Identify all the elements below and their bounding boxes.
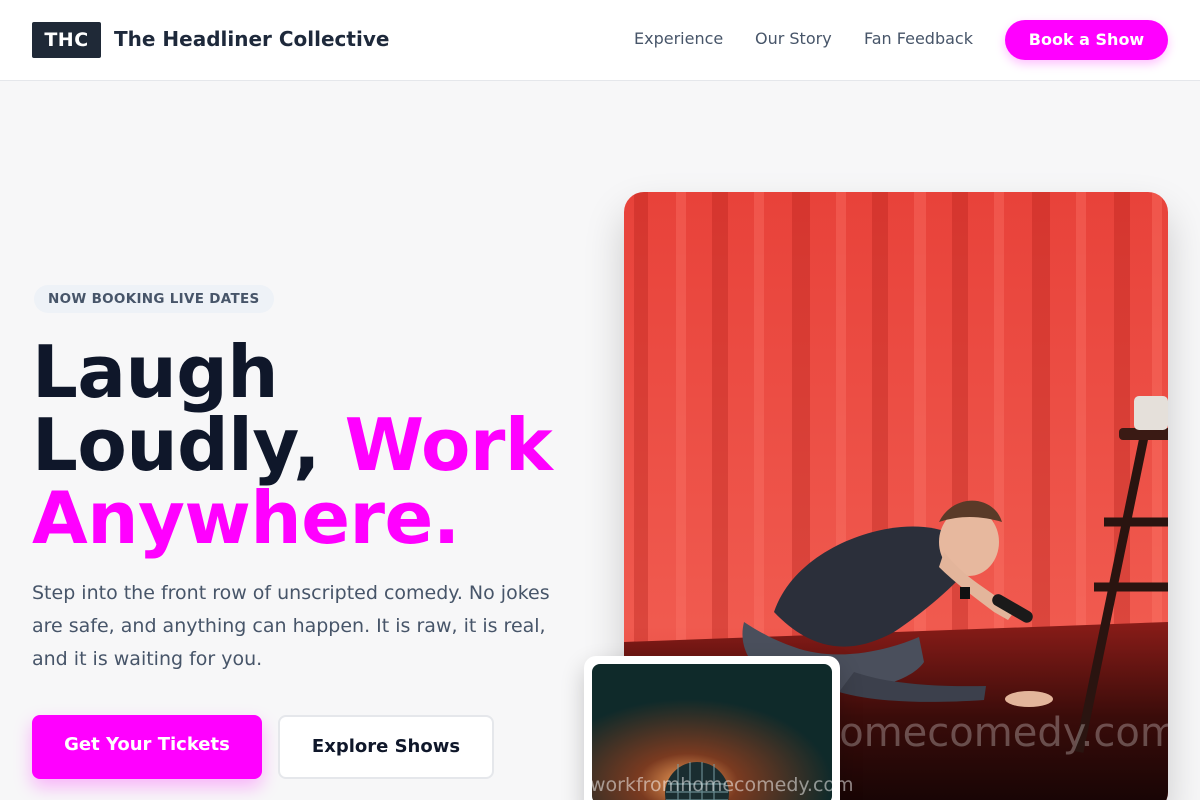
headline-line-1: Laugh — [32, 330, 279, 414]
logo-badge[interactable]: THC — [32, 22, 101, 58]
nav-link-experience[interactable]: Experience — [634, 29, 723, 48]
brand-name[interactable]: The Headliner Collective — [114, 27, 389, 51]
hero-headline: Laugh Loudly, Work Anywhere. — [32, 336, 553, 555]
hero-description: Step into the front row of unscripted co… — [32, 582, 550, 670]
headline-line-3-accent: Anywhere. — [32, 476, 460, 560]
mug — [1134, 396, 1168, 430]
nav-link-fan-feedback[interactable]: Fan Feedback — [864, 29, 973, 48]
get-tickets-button[interactable]: Get Your Tickets — [32, 715, 262, 779]
inset-watermark: workfromhomecomedy.com — [590, 774, 854, 796]
headline-line-2-accent: Work — [344, 403, 553, 487]
booking-badge: NOW BOOKING LIVE DATES — [34, 285, 274, 313]
headline-line-2-dark: Loudly, — [32, 403, 321, 487]
nav-link-our-story[interactable]: Our Story — [755, 29, 832, 48]
book-show-button[interactable]: Book a Show — [1005, 20, 1168, 60]
explore-shows-button[interactable]: Explore Shows — [278, 715, 494, 779]
site-header: THC The Headliner Collective Experience … — [0, 0, 1200, 81]
